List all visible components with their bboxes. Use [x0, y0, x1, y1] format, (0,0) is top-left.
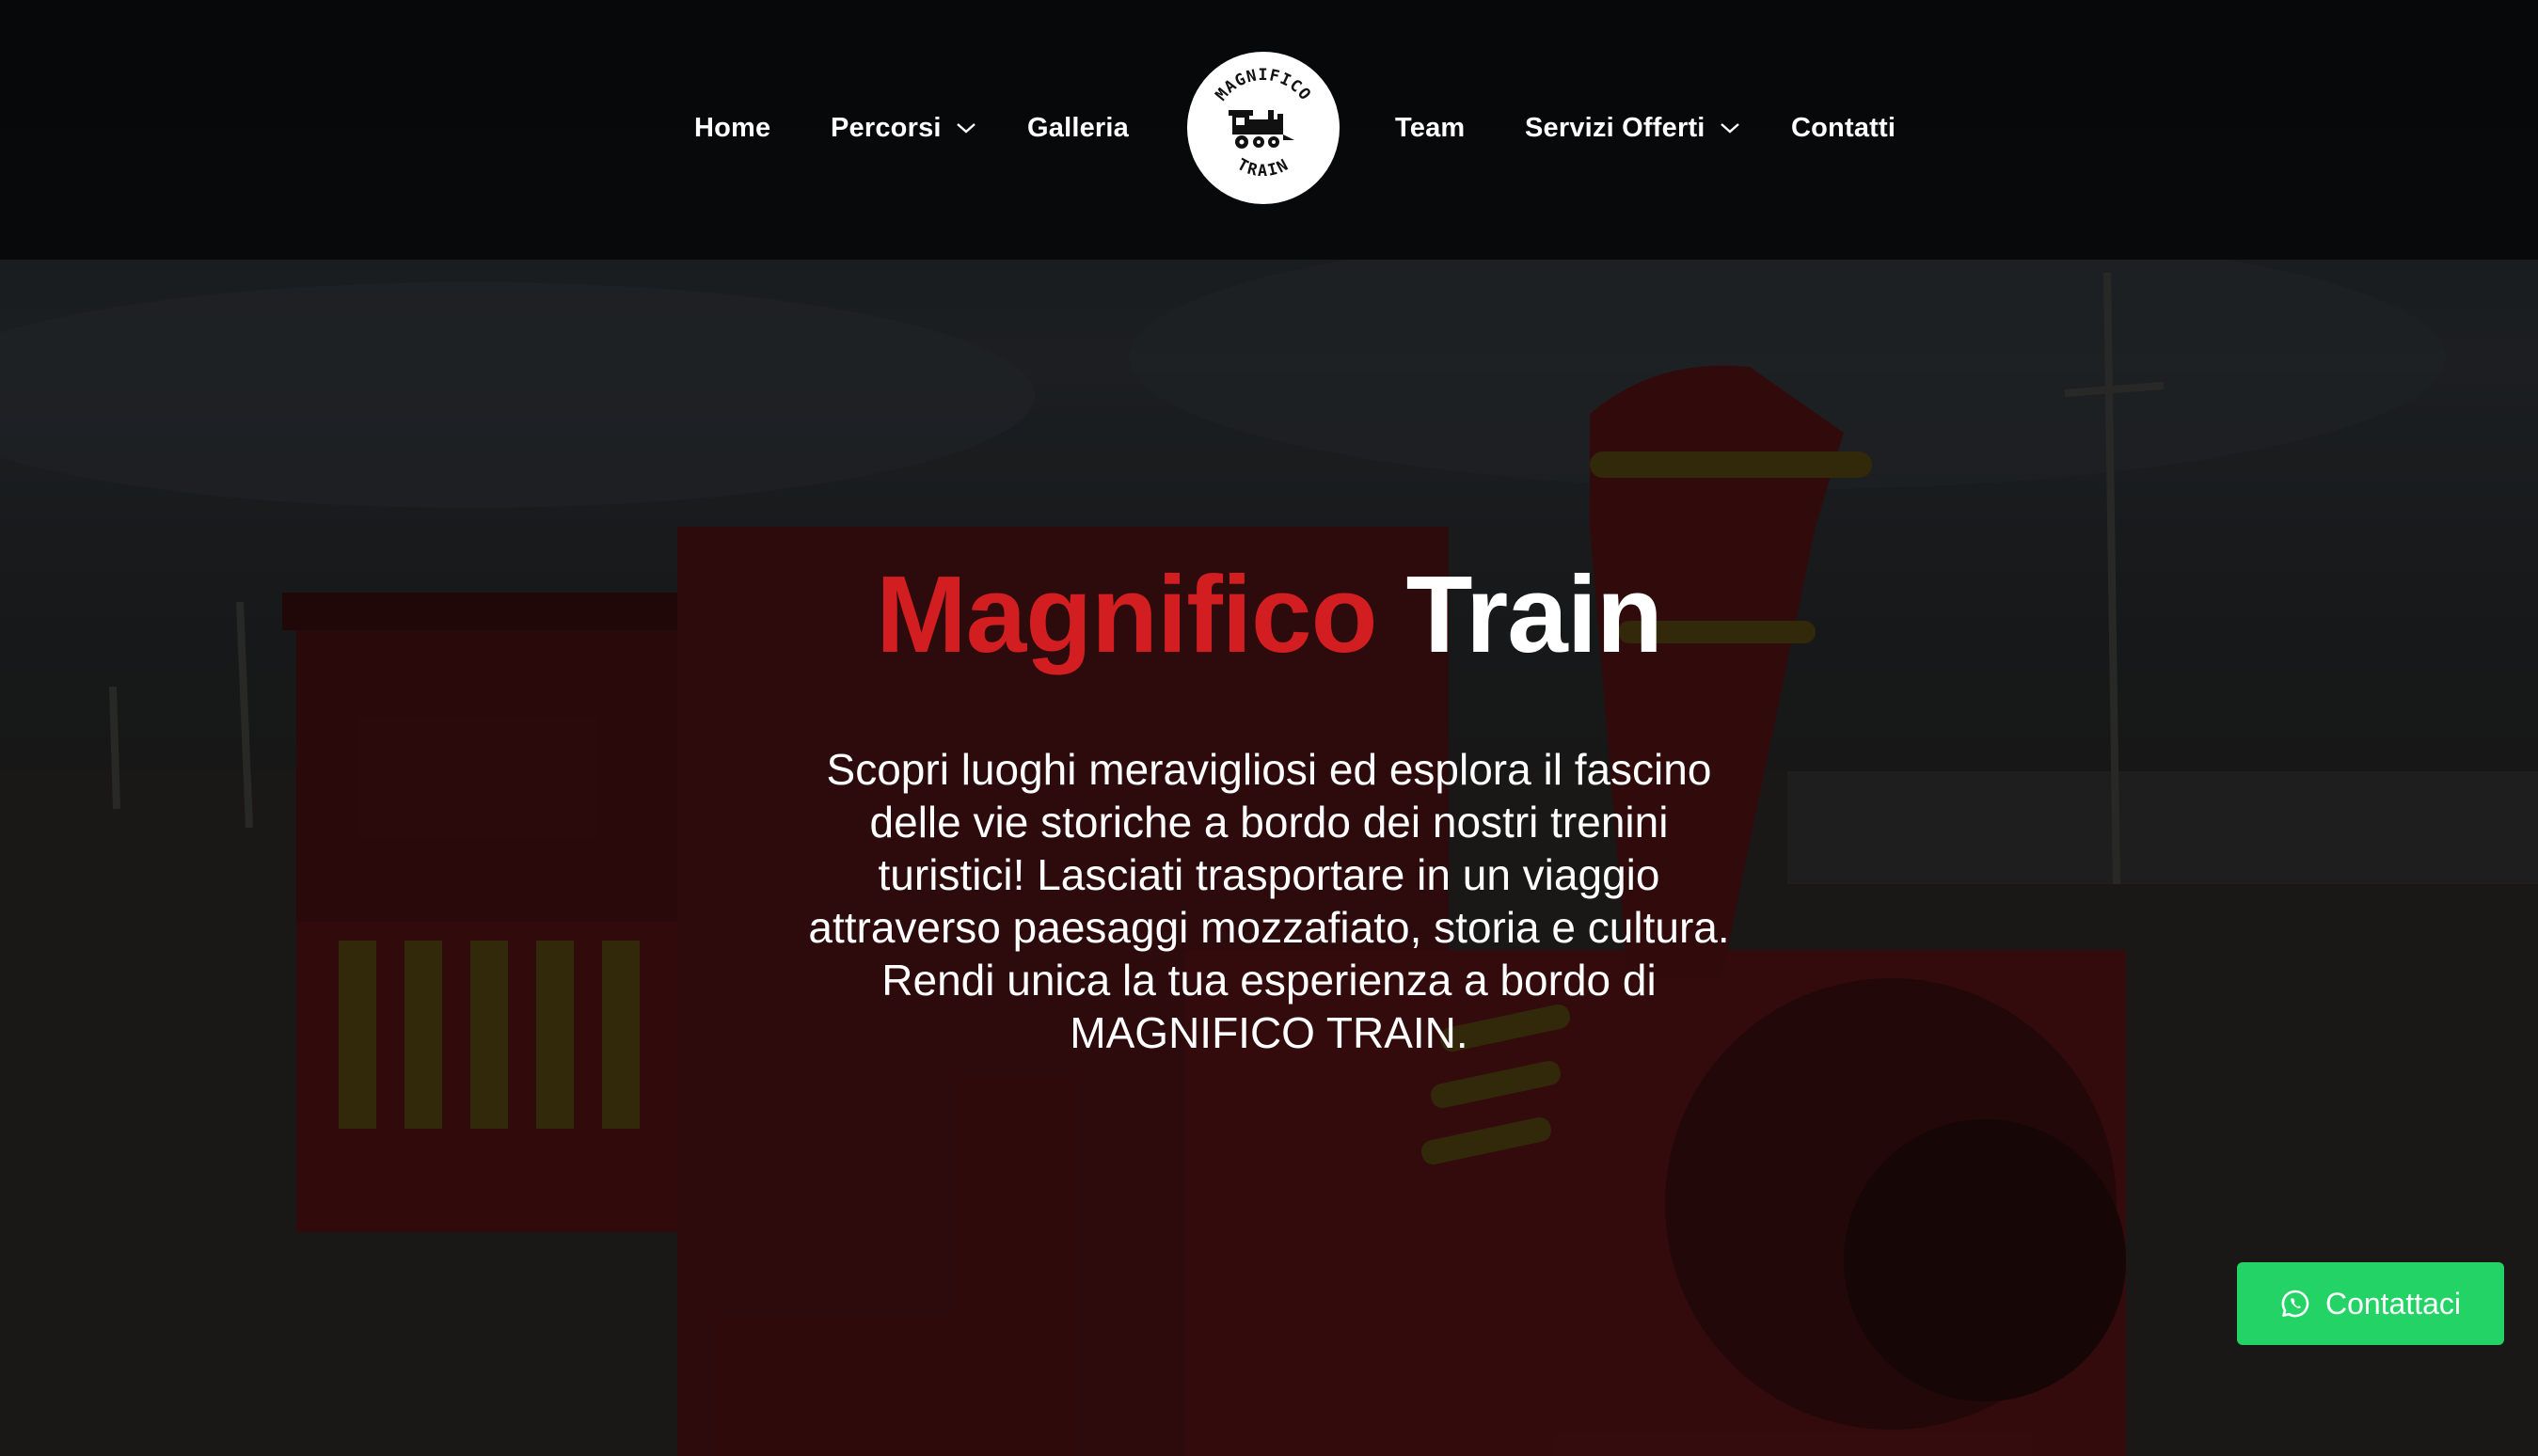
logo-text-top: MAGNIFICO: [1212, 66, 1313, 104]
nav-contatti-label: Contatti: [1791, 112, 1896, 143]
hero-title-white: Train: [1405, 553, 1663, 675]
svg-text:MAGNIFICO: MAGNIFICO: [1212, 66, 1314, 104]
whatsapp-icon: [2281, 1290, 2309, 1318]
nav-servizi-offerti-label: Servizi Offerti: [1525, 112, 1705, 143]
nav-team-label: Team: [1395, 112, 1466, 143]
hero-description-line: turistici! Lasciati trasportare in un vi…: [878, 850, 1660, 899]
nav-galleria-label: Galleria: [1027, 112, 1129, 143]
chevron-down-icon: [1720, 123, 1739, 134]
steam-locomotive-icon: MAGNIFICO TRAIN: [1212, 66, 1314, 181]
chevron-down-icon: [956, 123, 976, 134]
site-header: Home Percorsi Galleria MAGNIFICO TRAIN T…: [0, 0, 2538, 260]
nav-contatti[interactable]: Contatti: [1791, 105, 1896, 150]
hero-title: Magnifico Train: [0, 553, 2538, 675]
whatsapp-contact-label: Contattaci: [2324, 1286, 2462, 1321]
hero-description-line: Rendi unica la tua esperienza a bordo di: [881, 956, 1657, 1005]
hero-description-line: attraverso paesaggi mozzafiato, storia e…: [808, 903, 1730, 952]
hero-description-line: Scopri luoghi meravigliosi ed esplora il…: [826, 745, 1712, 794]
hero-title-red: Magnifico: [876, 553, 1377, 675]
nav-home[interactable]: Home: [694, 105, 770, 150]
site-logo[interactable]: MAGNIFICO TRAIN: [1187, 52, 1340, 204]
hero-description-line: MAGNIFICO TRAIN.: [1070, 1008, 1468, 1057]
nav-home-label: Home: [694, 112, 771, 143]
svg-text:TRAIN: TRAIN: [1234, 155, 1293, 181]
nav-percorsi-label: Percorsi: [831, 112, 942, 143]
hero-description-line: delle vie storiche a bordo dei nostri tr…: [869, 798, 1669, 847]
logo-text-bottom: TRAIN: [1234, 155, 1292, 181]
whatsapp-contact-button[interactable]: Contattaci: [2237, 1262, 2504, 1345]
nav-servizi-offerti[interactable]: Servizi Offerti: [1525, 105, 1741, 150]
nav-team[interactable]: Team: [1395, 105, 1465, 150]
nav-galleria[interactable]: Galleria: [1027, 105, 1129, 150]
nav-percorsi[interactable]: Percorsi: [831, 105, 977, 150]
hero-description: Scopri luoghi meravigliosi ed esplora il…: [734, 743, 1804, 1059]
